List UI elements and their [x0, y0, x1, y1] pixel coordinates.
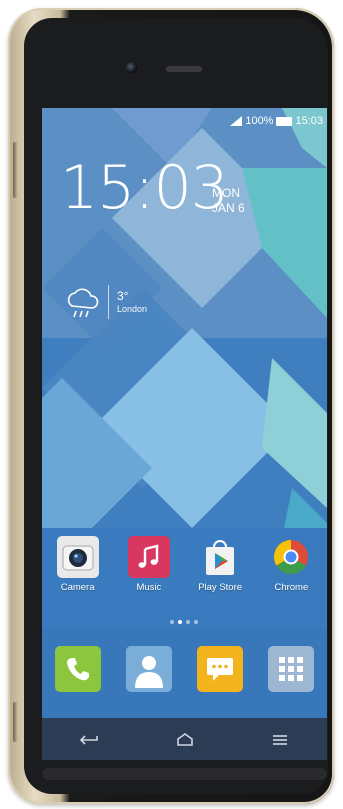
app-label: Chrome [274, 582, 309, 593]
phone-icon[interactable] [54, 646, 101, 692]
page-indicator [170, 620, 198, 624]
app-camera[interactable]: Camera [48, 536, 108, 593]
clock-day: MON [212, 186, 240, 200]
status-time: 15:03 [295, 115, 323, 127]
weather-divider [108, 285, 109, 319]
home-app-row: Camera Music Play Store Chrome [42, 536, 327, 593]
menu-icon[interactable] [269, 733, 291, 747]
rain-cloud-icon [67, 288, 99, 318]
clock-time: 15:03 [60, 153, 229, 223]
play-store-icon [199, 536, 241, 578]
contacts-icon[interactable] [125, 646, 172, 692]
app-chrome[interactable]: Chrome [261, 536, 321, 593]
clock-date: MON JAN 6 [212, 186, 245, 216]
music-icon [127, 536, 170, 578]
app-label: Play Store [198, 582, 243, 593]
weather-text: 3° London [117, 289, 147, 315]
home-icon[interactable] [174, 733, 196, 747]
page-dot [170, 620, 174, 624]
camera-icon [56, 536, 99, 578]
app-music[interactable]: Music [119, 536, 179, 593]
weather-temperature: 3° [117, 289, 129, 303]
page-dot [186, 620, 190, 624]
bottom-speaker-grille [42, 768, 327, 780]
status-bar: 100% 15:03 [230, 114, 323, 128]
weather-city: London [117, 304, 148, 314]
app-label: Camera [60, 582, 95, 593]
back-icon[interactable] [79, 733, 101, 747]
page-dot-active [178, 620, 182, 624]
earpiece-speaker [166, 66, 202, 72]
signal-icon [230, 116, 243, 126]
navigation-bar [42, 720, 327, 760]
battery-icon [276, 116, 293, 126]
product-photo: 100% 15:03 15:03 MON JAN 6 3° London Cam… [0, 0, 343, 809]
messages-icon[interactable] [197, 646, 244, 692]
app-label: Music [136, 582, 162, 593]
app-play-store[interactable]: Play Store [190, 536, 250, 593]
phone-screen: 100% 15:03 15:03 MON JAN 6 3° London Cam… [42, 108, 327, 760]
page-dot [194, 620, 198, 624]
weather-widget[interactable]: 3° London [64, 284, 147, 320]
clock-date-label: JAN 6 [212, 201, 245, 215]
battery-percent: 100% [245, 115, 274, 127]
dock [42, 634, 327, 704]
volume-button [13, 142, 18, 198]
chrome-icon [270, 536, 312, 578]
app-drawer-icon[interactable] [268, 646, 315, 692]
side-port [13, 702, 18, 742]
front-camera [126, 62, 137, 73]
